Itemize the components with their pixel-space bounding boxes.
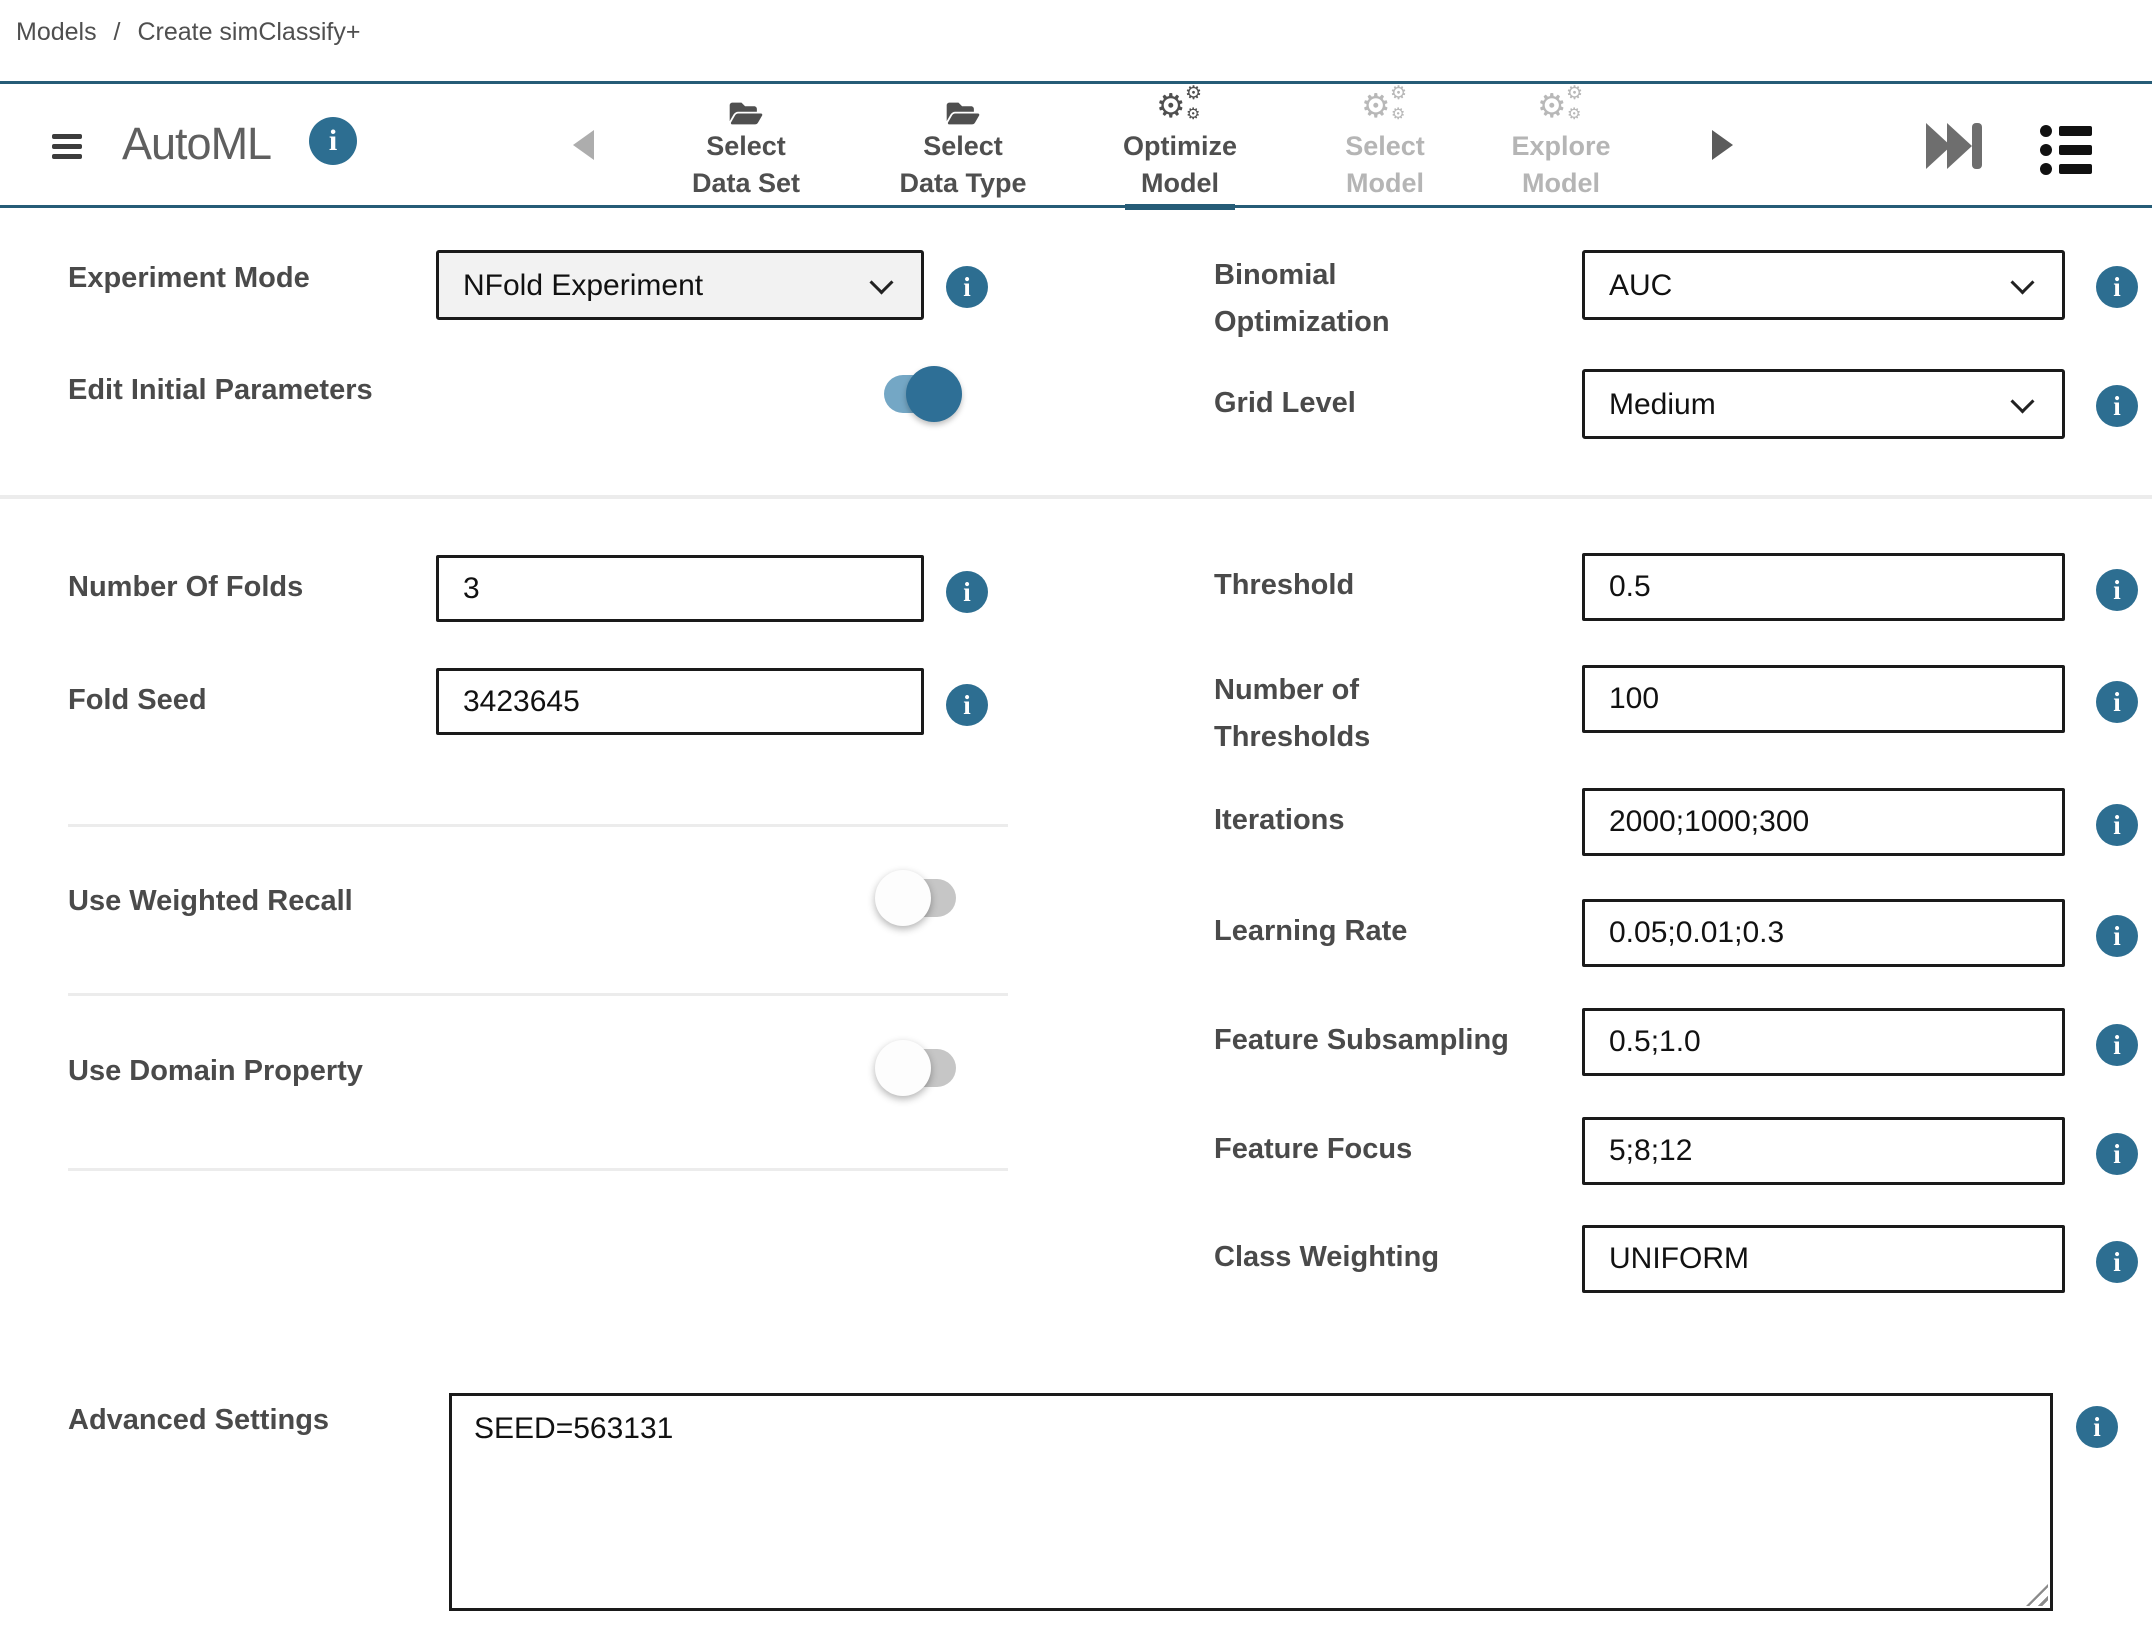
use-domain-property-toggle[interactable] [884,1049,956,1087]
edit-initial-parameters-label: Edit Initial Parameters [68,368,373,412]
breadcrumb-separator: / [114,18,121,46]
learning-rate-label: Learning Rate [1214,909,1407,953]
experiment-mode-select[interactable]: NFold Experiment [436,250,924,320]
edit-initial-parameters-toggle[interactable] [884,375,956,413]
next-step-icon[interactable] [1712,130,1733,160]
use-weighted-recall-toggle[interactable] [884,879,956,917]
iterations-label: Iterations [1214,798,1345,842]
use-domain-property-label: Use Domain Property [68,1049,363,1093]
binomial-optimization-select[interactable]: AUC [1582,250,2065,320]
binomial-optimization-label: Binomial Optimization [1214,252,1390,346]
fold-seed-label: Fold Seed [68,678,207,722]
number-of-folds-label: Number Of Folds [68,565,303,609]
learning-rate-input[interactable] [1582,899,2065,967]
breadcrumb-models-link[interactable]: Models [16,18,97,46]
skip-to-end-icon[interactable] [1926,123,1984,169]
experiment-mode-select-wrap: NFold Experiment [436,250,924,320]
gears-icon: ⚙⚙⚙ [1285,92,1485,128]
binomial-optimization-info-icon[interactable]: i [2096,266,2138,308]
experiment-mode-info-icon[interactable]: i [946,266,988,308]
feature-focus-info-icon[interactable]: i [2096,1133,2138,1175]
left-divider [68,824,1008,827]
number-of-thresholds-input[interactable] [1582,665,2065,733]
folder-open-icon [863,92,1063,128]
left-divider [68,993,1008,996]
grid-level-select[interactable]: Medium [1582,369,2065,439]
iterations-info-icon[interactable]: i [2096,804,2138,846]
grid-level-info-icon[interactable]: i [2096,385,2138,427]
number-of-folds-input[interactable] [436,555,924,622]
threshold-input[interactable] [1582,553,2065,621]
number-of-thresholds-label: Number of Thresholds [1214,667,1370,761]
class-weighting-info-icon[interactable]: i [2096,1241,2138,1283]
toggle-knob [906,366,962,422]
list-view-icon[interactable] [2040,125,2092,182]
step-optimize-model[interactable]: ⚙⚙⚙ OptimizeModel [1080,92,1280,210]
threshold-label: Threshold [1214,563,1354,607]
fold-seed-input[interactable] [436,668,924,735]
automl-screen: Models / Create simClassify+ AutoML i Se… [0,0,2152,1648]
binomial-optimization-select-wrap: AUC [1582,250,2065,320]
gears-icon: ⚙⚙⚙ [1080,92,1280,128]
header-toolbar: AutoML i SelectData Set SelectData Type … [0,81,2152,208]
breadcrumb-current-page: Create simClassify+ [137,18,360,46]
previous-step-icon[interactable] [573,130,594,160]
threshold-info-icon[interactable]: i [2096,569,2138,611]
step-label: OptimizeModel [1080,128,1280,202]
step-label: SelectData Set [646,128,846,202]
class-weighting-input[interactable] [1582,1225,2065,1293]
step-select-model: ⚙⚙⚙ SelectModel [1285,92,1485,202]
toggle-knob [875,870,931,926]
section-divider [0,495,2152,499]
step-select-data-set[interactable]: SelectData Set [646,92,846,202]
number-of-folds-info-icon[interactable]: i [946,571,988,613]
step-label: ExploreModel [1461,128,1661,202]
feature-subsampling-label: Feature Subsampling [1214,1018,1509,1062]
iterations-input[interactable] [1582,788,2065,856]
step-explore-model: ⚙⚙⚙ ExploreModel [1461,92,1661,202]
active-step-underline [1125,204,1235,210]
learning-rate-info-icon[interactable]: i [2096,915,2138,957]
feature-subsampling-info-icon[interactable]: i [2096,1024,2138,1066]
automl-info-icon[interactable]: i [309,117,357,165]
use-weighted-recall-label: Use Weighted Recall [68,879,353,923]
grid-level-select-wrap: Medium [1582,369,2065,439]
advanced-settings-info-icon[interactable]: i [2076,1406,2118,1448]
advanced-settings-textarea[interactable]: SEED=563131 [449,1393,2053,1611]
step-select-data-type[interactable]: SelectData Type [863,92,1063,202]
toggle-knob [875,1040,931,1096]
advanced-settings-textarea-wrap: SEED=563131 [449,1393,2053,1611]
menu-icon[interactable] [52,134,84,160]
page-title: AutoML [122,118,271,170]
step-label: SelectData Type [863,128,1063,202]
left-divider [68,1168,1008,1171]
experiment-mode-label: Experiment Mode [68,256,310,300]
feature-focus-input[interactable] [1582,1117,2065,1185]
advanced-settings-label: Advanced Settings [68,1398,329,1442]
feature-subsampling-input[interactable] [1582,1008,2065,1076]
step-label: SelectModel [1285,128,1485,202]
folder-open-icon [646,92,846,128]
grid-level-label: Grid Level [1214,381,1356,425]
feature-focus-label: Feature Focus [1214,1127,1412,1171]
fold-seed-info-icon[interactable]: i [946,684,988,726]
class-weighting-label: Class Weighting [1214,1235,1439,1279]
number-of-thresholds-info-icon[interactable]: i [2096,681,2138,723]
breadcrumb: Models / Create simClassify+ [16,18,360,47]
gears-icon: ⚙⚙⚙ [1461,92,1661,128]
